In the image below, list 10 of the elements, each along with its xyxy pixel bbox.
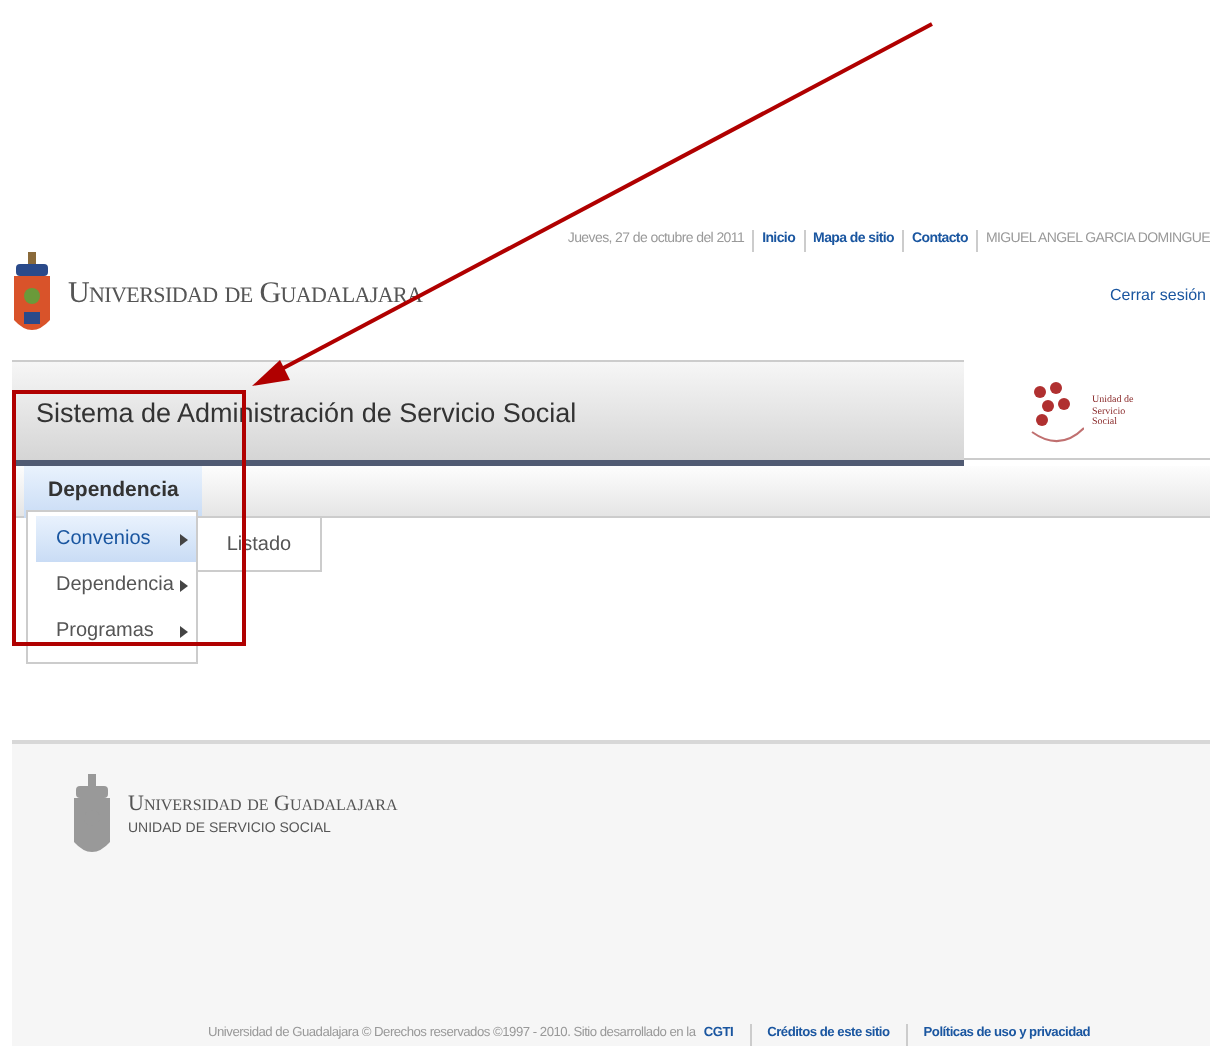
university-name: Universidad de Guadalajara	[128, 789, 398, 819]
university-name: Universidad de Guadalajara	[68, 276, 423, 315]
menu-item[interactable]: Convenios	[36, 516, 196, 562]
logout-link[interactable]: Cerrar sesión	[1109, 284, 1206, 308]
menu-item[interactable]: Dependencia	[36, 562, 196, 608]
menu-item[interactable]: Programas	[36, 608, 196, 654]
submenu-arrow-icon	[180, 625, 188, 637]
submenu-arrow-icon	[180, 533, 188, 545]
submenu-arrow-icon	[180, 579, 188, 591]
crest-icon	[72, 774, 112, 854]
